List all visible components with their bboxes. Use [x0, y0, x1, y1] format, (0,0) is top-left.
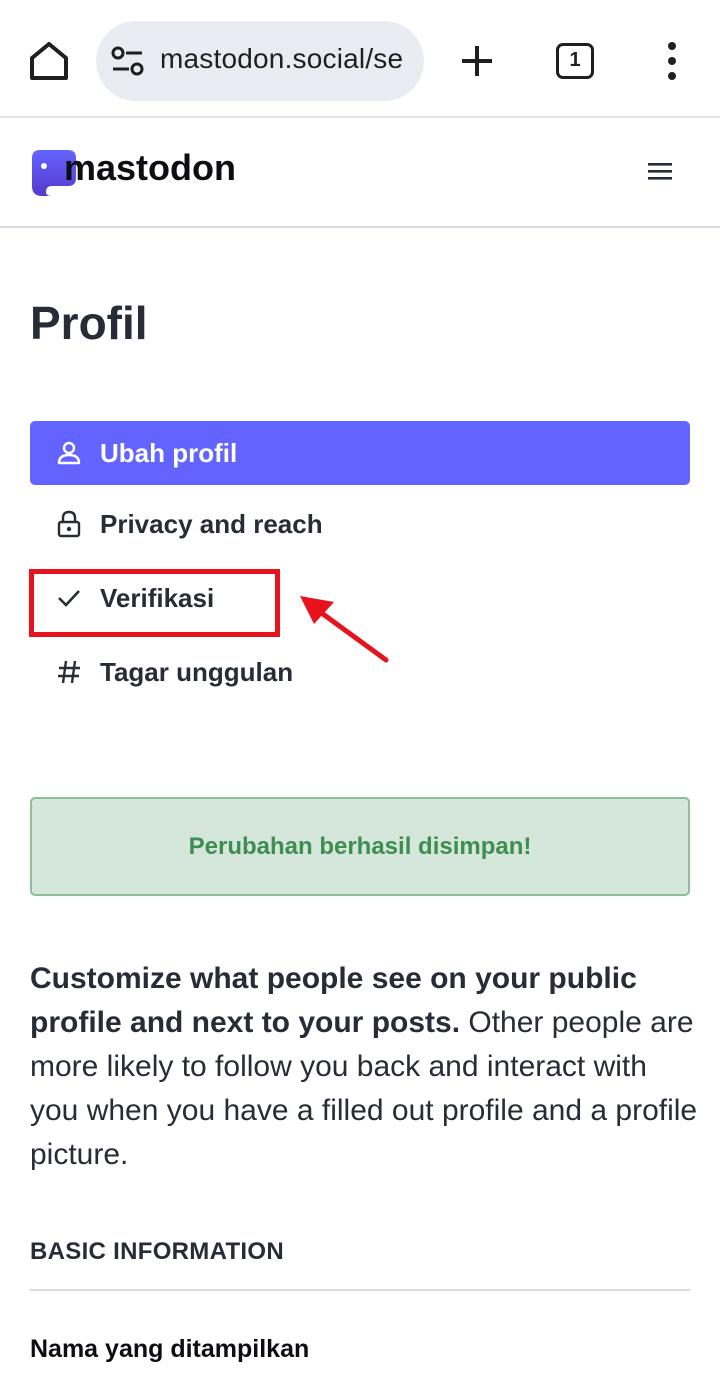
nav-item-label: Tagar unggulan	[100, 656, 294, 687]
site-settings-icon[interactable]	[110, 45, 146, 77]
nav-item-ubah-profil[interactable]: Ubah profil	[30, 421, 690, 485]
hashtag-icon	[54, 657, 84, 687]
page-title: Profil	[30, 297, 148, 349]
home-icon[interactable]	[24, 36, 74, 86]
annotation-highlight-box	[29, 569, 280, 637]
nav-item-label: Privacy and reach	[100, 508, 323, 539]
section-heading-basic-information: BASIC INFORMATION	[30, 1238, 284, 1265]
more-vert-icon[interactable]	[652, 36, 692, 86]
browser-toolbar: mastodon.social/se 1	[0, 0, 720, 118]
display-name-label: Nama yang ditampilkan	[30, 1335, 310, 1363]
section-divider	[30, 1289, 690, 1291]
site-header: mastodon	[0, 120, 720, 228]
address-bar[interactable]: mastodon.social/se	[96, 21, 424, 101]
nav-item-privacy-and-reach[interactable]: Privacy and reach	[30, 487, 690, 561]
url-text[interactable]: mastodon.social/se	[160, 43, 403, 75]
person-icon	[54, 438, 84, 468]
plus-icon[interactable]	[452, 36, 502, 86]
annotation-arrow-icon	[290, 586, 400, 666]
success-flash-message: Perubahan berhasil disimpan!	[30, 797, 690, 896]
lock-icon	[54, 509, 84, 539]
tab-count: 1	[569, 49, 581, 71]
logo-wordmark: mastodon	[64, 147, 237, 188]
nav-item-label: Ubah profil	[100, 437, 238, 468]
profile-intro-text: Customize what people see on your public…	[30, 957, 698, 1177]
tab-switcher-icon[interactable]: 1	[556, 43, 594, 79]
hamburger-icon[interactable]	[646, 160, 674, 182]
